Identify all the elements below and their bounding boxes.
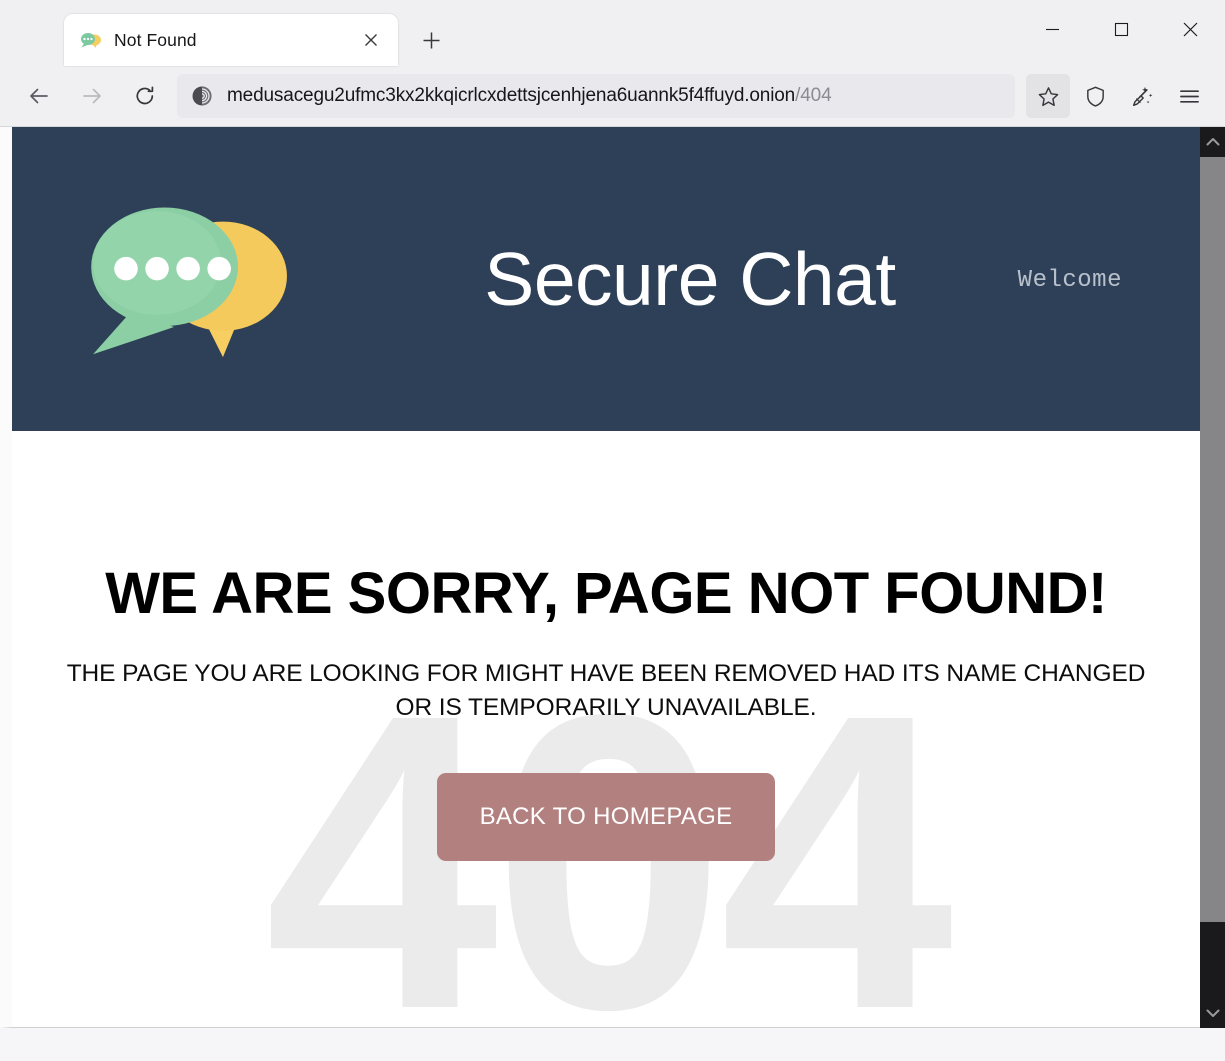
- new-identity-broom-icon[interactable]: [1120, 74, 1164, 118]
- scroll-up-button[interactable]: [1200, 127, 1225, 157]
- web-page: Secure Chat Welcome 404 WE ARE SORRY, PA…: [0, 127, 1200, 1028]
- close-tab-icon[interactable]: [358, 27, 384, 53]
- error-content: 404 WE ARE SORRY, PAGE NOT FOUND! THE PA…: [12, 431, 1200, 1027]
- browser-tab[interactable]: Not Found: [64, 14, 398, 66]
- url-path: /404: [795, 85, 832, 106]
- reload-button[interactable]: [124, 75, 166, 117]
- site-header: Secure Chat Welcome: [12, 127, 1200, 431]
- welcome-text: Welcome: [1017, 267, 1122, 294]
- address-bar[interactable]: medusacegu2ufmc3kx2kkqicrlcxdettsjcenhje…: [177, 74, 1015, 118]
- browser-window: Not Found medusacegu2ufmc3kx2kkqicrlcxde…: [0, 0, 1225, 1061]
- minimize-button[interactable]: [1018, 0, 1087, 58]
- chat-bubbles-logo: [80, 199, 300, 359]
- error-description: THE PAGE YOU ARE LOOKING FOR MIGHT HAVE …: [66, 660, 1146, 721]
- tab-title: Not Found: [114, 29, 197, 50]
- forward-button[interactable]: [71, 75, 113, 117]
- back-to-homepage-button[interactable]: BACK TO HOMEPAGE: [437, 773, 775, 862]
- scrollbar-thumb[interactable]: [1200, 157, 1225, 922]
- maximize-button[interactable]: [1087, 0, 1156, 58]
- tab-strip: Not Found: [0, 0, 1225, 66]
- shield-button[interactable]: [1073, 74, 1117, 118]
- browser-viewport: Secure Chat Welcome 404 WE ARE SORRY, PA…: [0, 126, 1225, 1028]
- bookmark-button[interactable]: [1026, 74, 1070, 118]
- site-title: Secure Chat: [484, 237, 896, 321]
- chat-bubbles-icon: [80, 31, 102, 49]
- close-window-button[interactable]: [1156, 0, 1225, 58]
- application-menu-button[interactable]: [1167, 74, 1211, 118]
- page-scrollbar[interactable]: [1200, 127, 1225, 1028]
- error-heading: WE ARE SORRY, PAGE NOT FOUND!: [105, 561, 1107, 626]
- back-button[interactable]: [18, 75, 60, 117]
- onion-icon: [191, 85, 213, 107]
- url-host: medusacegu2ufmc3kx2kkqicrlcxdettsjcenhje…: [227, 85, 796, 106]
- new-tab-button[interactable]: [414, 23, 448, 57]
- navigation-toolbar: medusacegu2ufmc3kx2kkqicrlcxdettsjcenhje…: [0, 66, 1225, 126]
- url-text: medusacegu2ufmc3kx2kkqicrlcxdettsjcenhje…: [227, 85, 832, 107]
- window-controls: [1018, 0, 1225, 58]
- scrollbar-track[interactable]: [1200, 157, 1225, 998]
- window-bottom-strip: [0, 1028, 1225, 1061]
- scroll-down-button[interactable]: [1200, 998, 1225, 1028]
